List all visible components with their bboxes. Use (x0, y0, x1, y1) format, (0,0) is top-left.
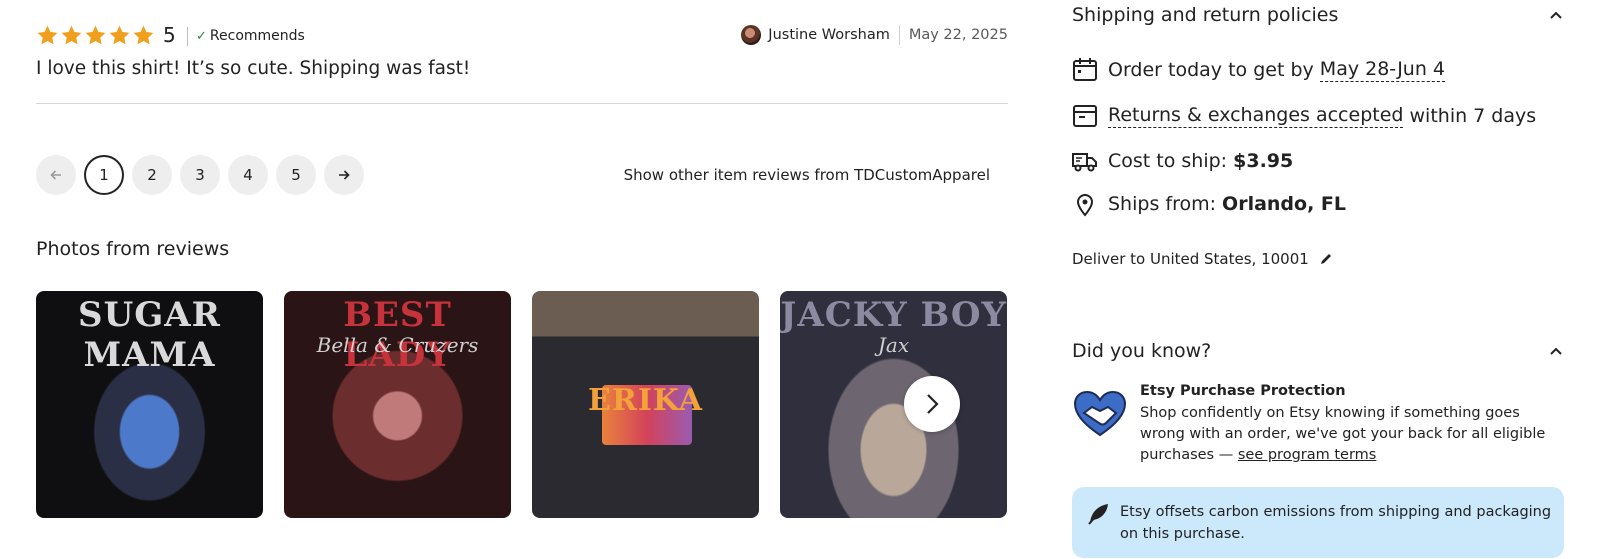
photo-overlay-text: ERIKA (588, 383, 703, 418)
package-icon (1073, 105, 1097, 127)
star-icon (85, 25, 106, 45)
check-icon: ✓ (196, 28, 207, 44)
calendar-icon (1073, 58, 1097, 81)
ships-from-label: Ships from: (1108, 193, 1223, 215)
page-button-1[interactable]: 1 (84, 155, 124, 195)
page-button-5[interactable]: 5 (276, 155, 316, 195)
protection-title: Etsy Purchase Protection (1140, 383, 1346, 399)
shipping-title: Shipping and return policies (1072, 4, 1339, 26)
review-photo[interactable]: JACKY BOY Jax (780, 291, 1007, 518)
carbon-offset-banner: Etsy offsets carbon emissions from shipp… (1072, 487, 1564, 558)
star-icon (133, 25, 154, 45)
truck-icon (1072, 153, 1097, 172)
page-button-3[interactable]: 3 (180, 155, 220, 195)
did-you-know-header[interactable]: Did you know? (1072, 336, 1564, 366)
photo-overlay-subtext: Bella & Cruzers (316, 333, 479, 357)
returns-suffix: within 7 days (1403, 105, 1537, 127)
reviewer-info: Justine Worsham May 22, 2025 (741, 23, 1008, 47)
divider (898, 25, 900, 45)
delivery-dates-link[interactable]: May 28-Jun 4 (1319, 58, 1446, 82)
rating-value: 5 (163, 23, 176, 47)
shipping-section-header[interactable]: Shipping and return policies (1072, 0, 1564, 30)
pencil-icon[interactable] (1319, 252, 1333, 266)
protection-body: Shop confidently on Etsy knowing if some… (1140, 403, 1560, 466)
photo-overlay-subtext: Jax (877, 333, 910, 357)
prev-page-button[interactable] (36, 155, 76, 195)
review-date: May 22, 2025 (908, 27, 1008, 43)
divider (36, 103, 1008, 104)
deliver-to[interactable]: Deliver to United States, 10001 (1072, 250, 1333, 268)
photos-title: Photos from reviews (36, 238, 230, 260)
recommends-label: Recommends (209, 28, 305, 44)
arrow-right-icon (339, 170, 350, 180)
photos-next-button[interactable] (904, 376, 960, 432)
sidebar-panel: Shipping and return policies Order today… (1072, 0, 1572, 559)
chevron-up-icon (1550, 11, 1562, 19)
review-photo[interactable]: ERIKA (532, 291, 759, 518)
review-photo[interactable]: SUGAR MAMA (36, 291, 263, 518)
carbon-text: Etsy offsets carbon emissions from shipp… (1120, 504, 1552, 542)
reviews-panel: 5 ✓ Recommends Justine Worsham May 22, 2… (36, 0, 1008, 559)
recommends-badge: ✓ Recommends (196, 28, 305, 44)
returns-link[interactable]: Returns & exchanges accepted (1108, 104, 1404, 128)
page-button-2[interactable]: 2 (132, 155, 172, 195)
review-photos: SUGAR MAMA BEST LADY Bella & Cruzers ERI… (36, 291, 1007, 518)
did-you-know-title: Did you know? (1072, 340, 1212, 362)
reviewer-name[interactable]: Justine Worsham (768, 27, 890, 43)
cost-label: Cost to ship: (1108, 150, 1234, 172)
arrow-left-icon (50, 170, 61, 180)
location-pin-icon (1076, 194, 1094, 217)
deliver-to-label: Deliver to United States, 10001 (1072, 250, 1309, 268)
divider (187, 27, 188, 46)
delivery-estimate: Order today to get by May 28-Jun 4 (1072, 57, 1446, 83)
avatar[interactable] (741, 25, 762, 45)
review-header: 5 ✓ Recommends Justine Worsham May 22, 2… (36, 22, 1008, 50)
chevron-right-icon (927, 394, 939, 414)
next-page-button[interactable] (324, 155, 364, 195)
handshake-heart-icon (1073, 390, 1127, 437)
star-rating (36, 24, 155, 47)
page-button-4[interactable]: 4 (228, 155, 268, 195)
cost-value: $3.95 (1233, 150, 1294, 172)
order-prefix: Order today to get by (1108, 59, 1320, 81)
program-terms-link[interactable]: see program terms (1238, 447, 1377, 463)
star-icon (37, 25, 58, 45)
pagination: 1 2 3 4 5 (36, 155, 364, 195)
photo-overlay-text: SUGAR MAMA (78, 295, 221, 375)
star-icon (109, 25, 130, 45)
chevron-up-icon (1550, 347, 1562, 355)
shipping-cost: Cost to ship: $3.95 (1072, 148, 1293, 174)
review-text: I love this shirt! It’s so cute. Shippin… (36, 58, 471, 79)
leaf-icon (1088, 504, 1108, 525)
star-icon (61, 25, 82, 45)
ships-from: Ships from: Orlando, FL (1072, 191, 1346, 217)
review-photo[interactable]: BEST LADY Bella & Cruzers (284, 291, 511, 518)
ships-from-value: Orlando, FL (1222, 193, 1347, 215)
returns-policy: Returns & exchanges accepted within 7 da… (1072, 103, 1536, 129)
photo-overlay-text: JACKY BOY (780, 295, 1007, 335)
show-other-reviews-link[interactable]: Show other item reviews from TDCustomApp… (624, 166, 990, 184)
